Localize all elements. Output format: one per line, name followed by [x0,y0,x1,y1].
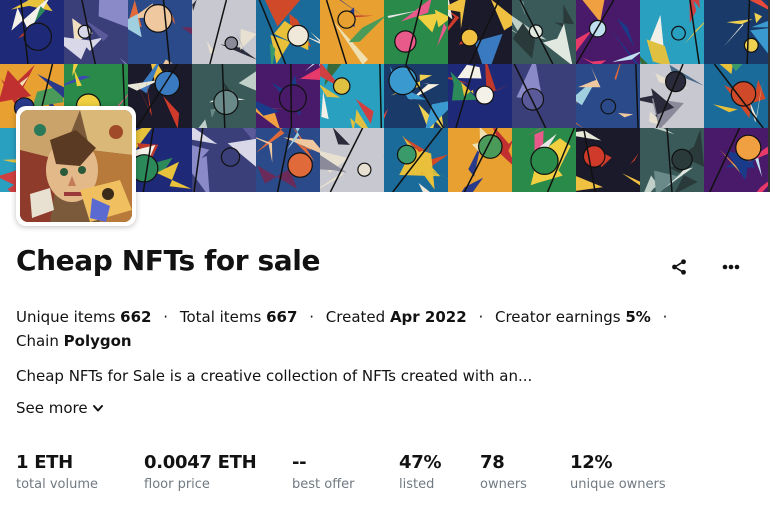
banner-artwork-tile [192,64,256,128]
stat-label: best offer [292,477,355,492]
banner-artwork-tile [64,0,128,64]
unique-items-label: Unique items [16,308,116,326]
banner-artwork-tile [128,128,192,192]
banner-artwork-tile [320,64,384,128]
banner-artwork-tile [640,128,704,192]
meta-separator: · [163,308,169,326]
creator-earnings-label: Creator earnings [495,308,621,326]
banner-artwork-tile [192,0,256,64]
stat-label: total volume [16,477,99,492]
chevron-down-icon [92,405,103,412]
stat-total-volume[interactable]: 1 ETH total volume [16,452,98,494]
creator-earnings-value: 5% [625,308,651,326]
banner-artwork-tile [576,64,640,128]
stat-listed[interactable]: 47% listed [399,452,441,494]
banner-artwork-tile [256,128,320,192]
meta-separator: · [478,308,484,326]
banner-artwork-tile [704,64,768,128]
share-icon [672,259,686,275]
banner-artwork-tile [448,0,512,64]
stat-value: -- [292,452,307,473]
banner-artwork-tile [384,0,448,64]
stat-best-offer[interactable]: -- best offer [292,452,355,494]
meta-separator: · [662,308,668,326]
collection-meta: Unique items 662 · Total items 667 · Cre… [16,305,716,353]
banner-artwork-tile [576,0,640,64]
banner-artwork-tile [512,0,576,64]
see-more-label: See more [16,399,88,417]
banner-artwork-tile [704,0,768,64]
created-label: Created [325,308,386,326]
banner-artwork-tile [192,128,256,192]
stat-value: 12% [570,452,613,473]
stat-value: 0.0047 ETH [144,452,257,473]
banner-artwork-tile [448,64,512,128]
created-value: Apr 2022 [389,308,467,326]
stat-label: listed [399,477,435,492]
stat-owners[interactable]: 78 owners [480,452,527,494]
banner-artwork-tile [448,128,512,192]
unique-items-value: 662 [120,308,152,326]
banner-artwork-tile [320,128,384,192]
banner-artwork-tile [128,64,192,128]
banner-artwork-tile [704,128,768,192]
collection-description: Cheap NFTs for Sale is a creative collec… [16,367,533,385]
banner-artwork-tile [256,64,320,128]
more-options-button[interactable] [716,252,746,282]
chain-value: Polygon [63,332,132,350]
collection-avatar[interactable] [16,106,136,226]
banner-artwork-tile [384,64,448,128]
stat-value: 1 ETH [16,452,73,473]
share-button[interactable] [664,252,694,282]
banner-artwork-tile [320,0,384,64]
collection-title: Cheap NFTs for sale [16,244,321,277]
stat-label: unique owners [570,477,666,492]
stat-value: 47% [399,452,442,473]
stat-unique-owners[interactable]: 12% unique owners [570,452,666,494]
stat-value: 78 [480,452,505,473]
stat-label: owners [480,477,527,492]
meta-separator: · [309,308,314,326]
more-horizontal-icon [722,264,740,270]
total-items-label: Total items [179,308,262,326]
banner-artwork-tile [640,64,704,128]
chain-label: Chain [16,332,59,350]
banner-artwork-tile [384,128,448,192]
stat-label: floor price [144,477,210,492]
banner-artwork-tile [576,128,640,192]
total-items-value: 667 [266,308,298,326]
banner-artwork-tile [512,128,576,192]
banner-artwork-tile [640,0,704,64]
see-more-button[interactable]: See more [16,397,104,419]
banner-artwork-tile [0,0,64,64]
banner-artwork-tile [512,64,576,128]
stat-floor-price[interactable]: 0.0047 ETH floor price [144,452,257,494]
banner-artwork-tile [128,0,192,64]
banner-artwork-tile [256,0,320,64]
collection-avatar-image [20,110,132,222]
